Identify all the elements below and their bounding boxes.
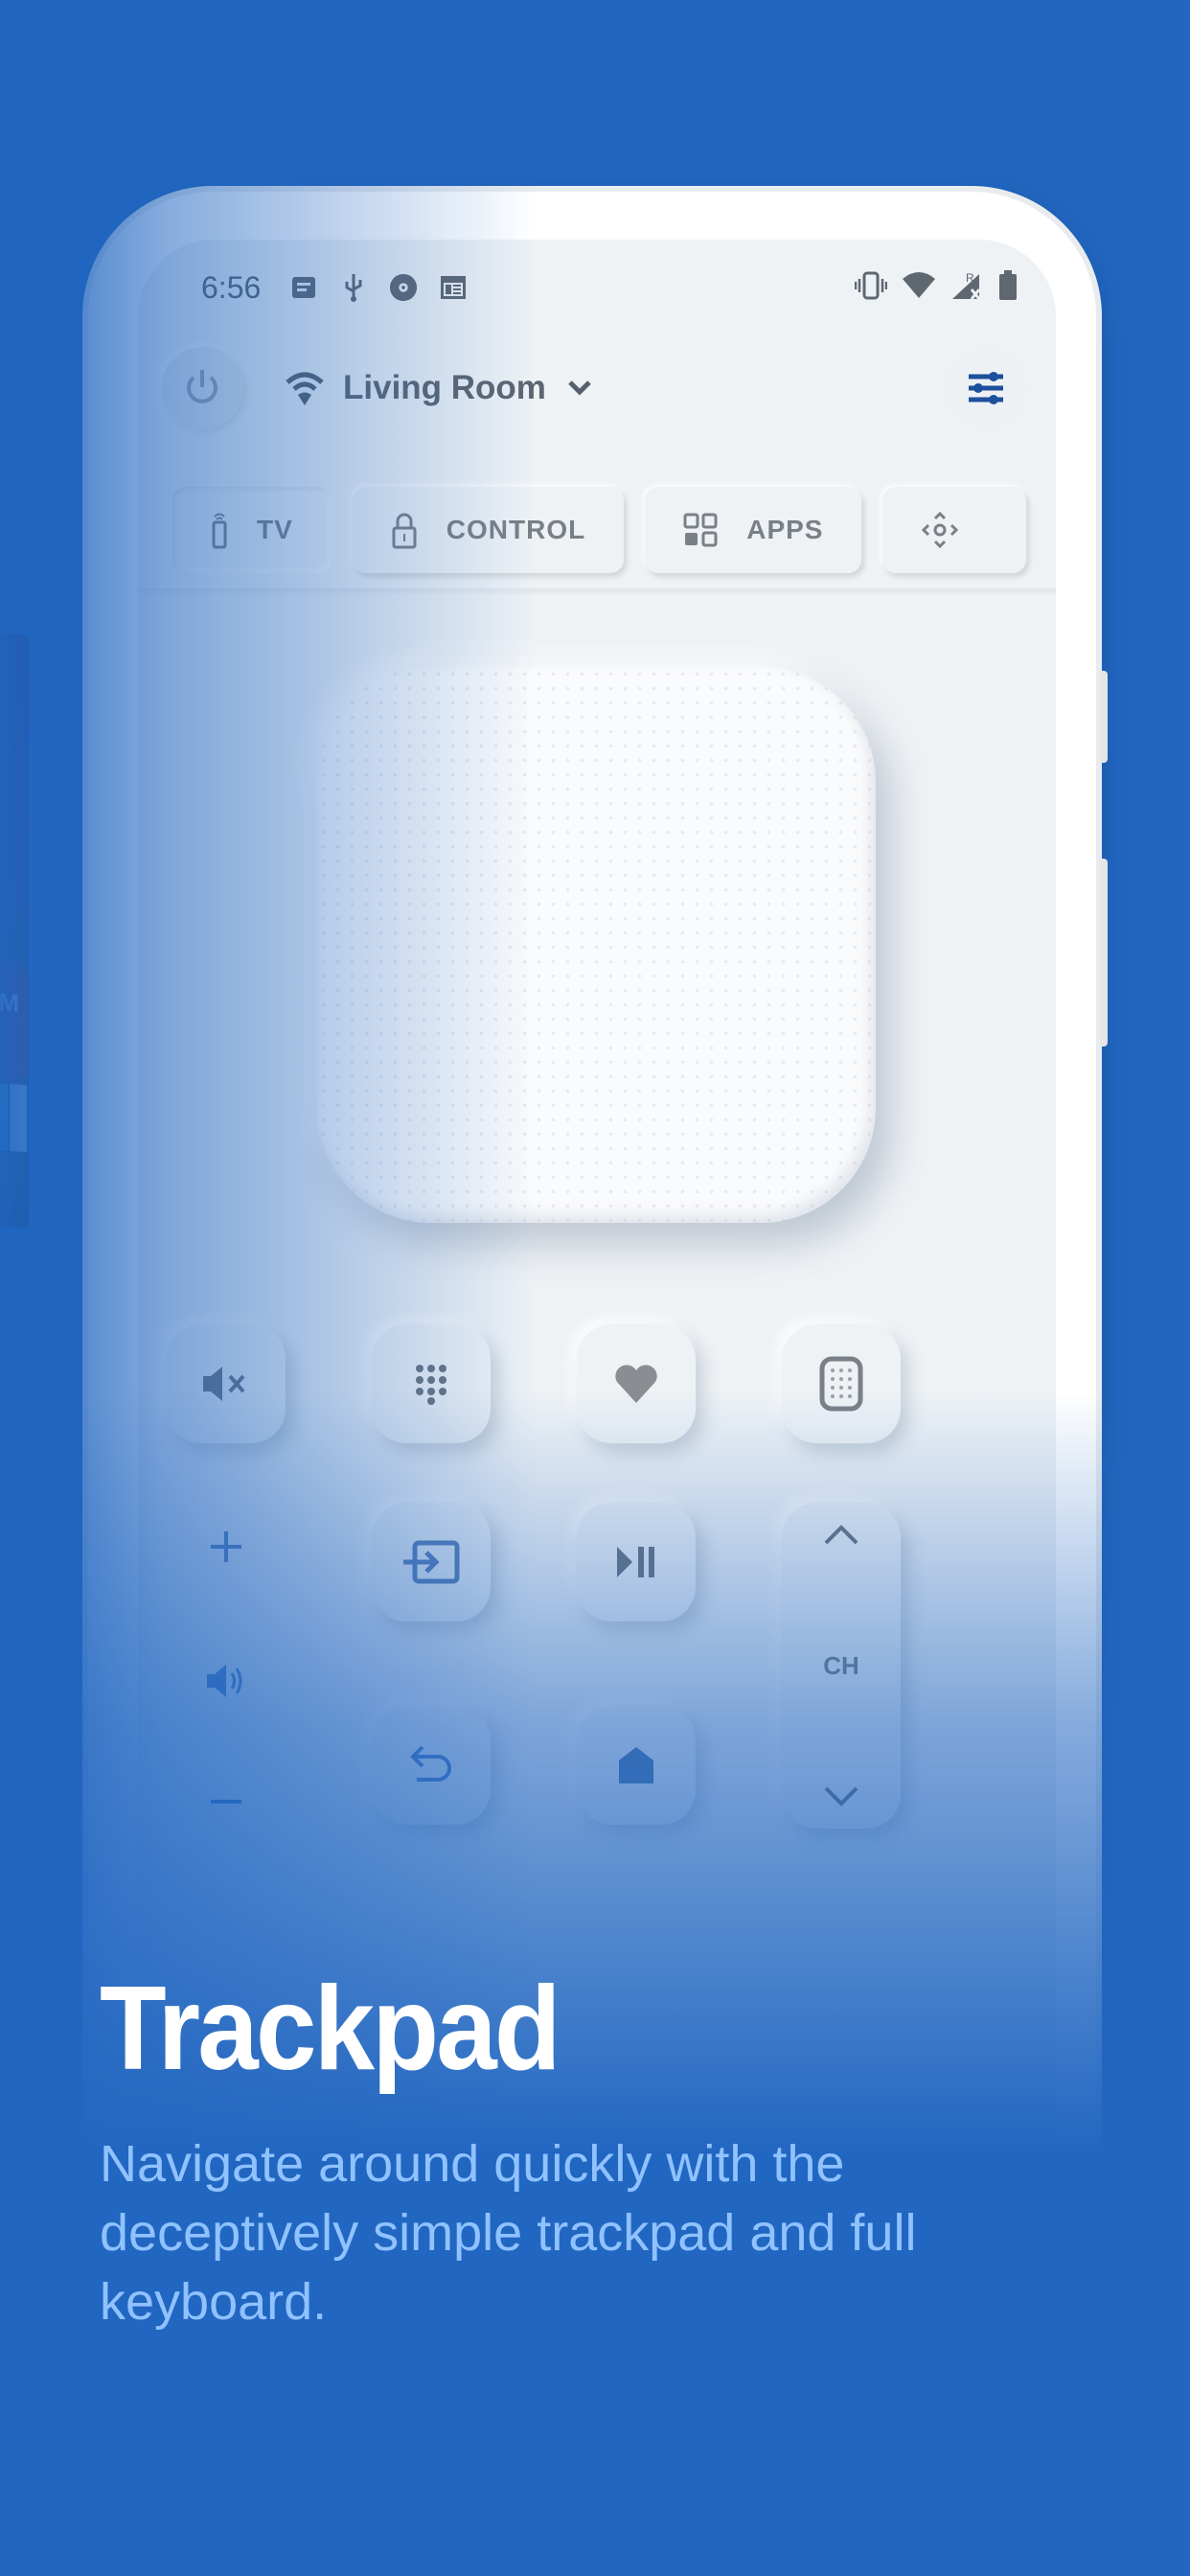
power-button[interactable] [161, 347, 243, 429]
promo-title: Trackpad [100, 1963, 561, 2095]
vibrate-icon [854, 271, 888, 305]
volume-down-icon[interactable] [209, 1798, 243, 1806]
roaming-indicator: R [966, 271, 974, 285]
input-button[interactable] [372, 1503, 491, 1622]
mute-icon [203, 1367, 245, 1401]
input-icon [403, 1540, 460, 1584]
mute-button[interactable] [167, 1324, 286, 1443]
volume-icon [207, 1665, 242, 1697]
tab-label: CONTROL [446, 515, 586, 544]
tab-apps[interactable]: APPS [645, 487, 862, 573]
home-icon [619, 1747, 653, 1783]
favorite-button[interactable] [577, 1324, 696, 1443]
power-icon [187, 370, 217, 403]
numpad-button[interactable] [372, 1324, 491, 1443]
signal-roaming-icon: R [950, 270, 985, 306]
calendar-icon [439, 273, 468, 302]
volume-rocker[interactable] [167, 1505, 286, 1830]
volume-up-icon[interactable] [209, 1530, 243, 1564]
tab-bar: TV CONTROL APPS [172, 487, 1056, 579]
play-pause-button[interactable] [577, 1503, 696, 1622]
power-side-button [1100, 859, 1108, 1046]
app-header: Living Room [161, 335, 1027, 441]
peek-card-tile [0, 1082, 8, 1151]
back-icon [410, 1745, 451, 1782]
tab-divider [138, 588, 1056, 596]
numpad-icon [416, 1365, 446, 1405]
channel-rocker[interactable]: CH [782, 1503, 901, 1828]
tab-dpad[interactable] [882, 487, 1027, 573]
favorite-heart-icon [615, 1365, 657, 1403]
trackpad-surface[interactable] [316, 667, 876, 1223]
apps-grid-icon [683, 513, 718, 547]
tab-tv[interactable]: TV [172, 487, 332, 573]
settings-button[interactable] [945, 347, 1027, 429]
back-button[interactable] [372, 1706, 491, 1825]
channel-down-icon[interactable] [822, 1784, 860, 1809]
home-button[interactable] [577, 1706, 696, 1825]
remote-icon [212, 513, 227, 549]
room-name: Living Room [343, 369, 546, 406]
dpad-icon [922, 511, 959, 549]
promo-description: Navigate around quickly with the decepti… [100, 2135, 917, 2331]
trackpad-mode-button[interactable] [782, 1324, 901, 1443]
tab-label: TV [257, 515, 293, 544]
play-pause-icon [617, 1547, 654, 1577]
status-bar: 6:56 R [201, 259, 1018, 316]
media-icon [389, 273, 418, 302]
volume-side-button [1100, 671, 1108, 763]
channel-label: CH [823, 1650, 859, 1680]
wifi-icon [901, 271, 937, 305]
channel-up-icon[interactable] [822, 1522, 860, 1547]
peek-card-tile [10, 1084, 27, 1153]
status-time: 6:56 [201, 269, 262, 305]
trackpad-icon [819, 1356, 863, 1412]
wifi-icon [286, 372, 324, 405]
battery-icon [998, 269, 1018, 306]
tab-label: APPS [746, 515, 824, 544]
notification-icon [289, 273, 318, 302]
usb-icon [339, 273, 368, 302]
lock-icon [392, 513, 417, 549]
room-selector[interactable]: Living Room [284, 369, 592, 407]
previous-screenshot-card: M [0, 630, 29, 1230]
chevron-down-icon [568, 380, 591, 396]
sliders-icon [969, 372, 1003, 404]
tab-control[interactable]: CONTROL [352, 487, 625, 573]
peek-card-letter: M [0, 987, 19, 1018]
